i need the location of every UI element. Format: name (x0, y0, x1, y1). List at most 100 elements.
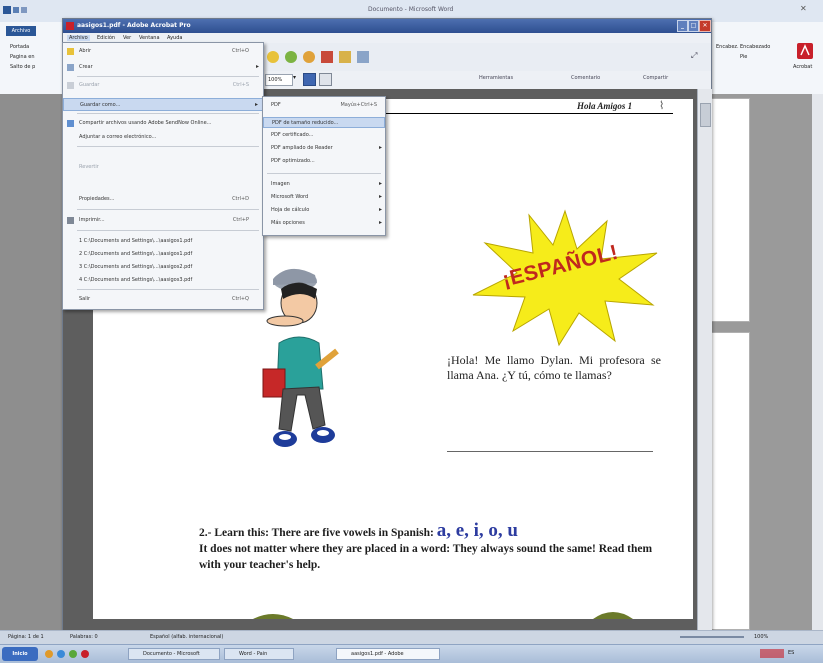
tray-icons[interactable] (760, 649, 784, 658)
scroll-thumb[interactable] (700, 103, 711, 127)
submenu-item-pdf-ampliado[interactable]: PDF ampliado de Reader ▸ (263, 143, 385, 154)
tray-language[interactable]: ES (788, 650, 794, 656)
menu-ventana[interactable]: Ventana (139, 35, 160, 41)
minimize-icon[interactable]: _ (677, 20, 688, 32)
zoom-slider[interactable] (680, 636, 744, 638)
bottom-decoration (253, 614, 293, 619)
taskbar-paint-button[interactable]: Word - Pain (224, 648, 294, 660)
submenu-item-pdf-reducido[interactable]: PDF de tamaño reducido... (263, 117, 385, 128)
word-right-pane (700, 94, 823, 630)
menu-item-label: Revertir (79, 164, 99, 170)
menu-item-label: 2 C:\Documents and Settings\...\aasigos1… (79, 251, 193, 257)
ribbon-item[interactable]: Encabez. (716, 44, 739, 50)
lesson-line1: 2.- Learn this: There are five vowels in… (199, 527, 434, 539)
zoom-dropdown-icon[interactable]: ▾ (293, 74, 296, 81)
submenu-arrow-icon: ▸ (255, 63, 259, 70)
menu-ver[interactable]: Ver (123, 35, 131, 41)
menu-item-label: Salir (79, 296, 91, 302)
menu-item-shortcut: Ctrl+P (232, 217, 249, 223)
status-words[interactable]: Palabras: 0 (70, 634, 98, 640)
tab-compartir[interactable]: Compartir (643, 75, 668, 81)
windows-taskbar: Inicio Documento - Microsoft Word - Pain… (0, 644, 823, 663)
vertical-scrollbar[interactable] (697, 89, 712, 631)
menu-item-label: Imprimir... (79, 217, 105, 223)
menu-item-propiedades[interactable]: Propiedades... Ctrl+D (63, 193, 263, 206)
acrobat-ribbon-icon[interactable] (796, 42, 814, 60)
recent-file-1[interactable]: 1 C:\Documents and Settings\...\aasigos1… (63, 235, 263, 248)
ribbon-item[interactable]: Pagina en (10, 54, 35, 60)
quick-access-toolbar[interactable] (2, 5, 30, 15)
close-icon[interactable]: ✕ (699, 20, 711, 32)
submenu-item-pdf[interactable]: PDF Mayús+Ctrl+S (263, 100, 385, 111)
menu-ayuda[interactable]: Ayuda (167, 35, 182, 41)
ribbon-header-group: Encabez. (716, 44, 739, 54)
answer-line (447, 451, 653, 452)
word-scrollbar[interactable] (812, 94, 823, 630)
submenu-arrow-icon: ▸ (378, 180, 382, 187)
submenu-item-pdf-certificado[interactable]: PDF certificado... (263, 130, 385, 141)
menu-item-shortcut: Ctrl+Q (231, 296, 249, 302)
menu-item-abrir[interactable]: Abrir Ctrl+O (63, 45, 263, 58)
menu-item-label: 3 C:\Documents and Settings\...\aasigos2… (79, 264, 193, 270)
status-zoom[interactable]: 100% (754, 634, 768, 640)
menu-item-guardar[interactable]: Guardar Ctrl+S (63, 79, 263, 92)
submenu-item-hoja-calculo[interactable]: Hoja de cálculo ▸ (263, 205, 385, 216)
menu-item-label: PDF de tamaño reducido... (272, 120, 339, 126)
vowels-text: a, e, i, o, u (436, 520, 518, 541)
menu-separator (77, 289, 259, 290)
ribbon-item[interactable]: Portada (10, 44, 35, 50)
expand-icon[interactable]: ⤢ (691, 51, 697, 61)
tab-comentario[interactable]: Comentario (571, 75, 600, 81)
save-icon[interactable] (303, 73, 316, 86)
menu-separator (77, 146, 259, 147)
ribbon-item[interactable]: Pie (740, 54, 770, 60)
menu-item-label: 1 C:\Documents and Settings\...\aasigos1… (79, 238, 193, 244)
menu-item-compartir[interactable]: Compartir archivos usando Adobe SendNow … (63, 117, 263, 130)
menu-item-label: Propiedades... (79, 196, 115, 202)
file-tab[interactable]: Archivo (6, 26, 36, 36)
submenu-item-pdf-optimizado[interactable]: PDF optimizado... (263, 156, 385, 167)
menu-item-shortcut: Ctrl+O (231, 48, 249, 54)
menu-separator (77, 76, 259, 77)
paperclip-icon: ⌇ (659, 99, 665, 112)
espanol-starburst (472, 209, 658, 347)
intro-text: ¡Hola! Me llamo Dylan. Mi profesora se l… (447, 353, 661, 382)
taskbar-acrobat-button[interactable]: aasigos1.pdf - Adobe (336, 648, 440, 660)
tab-herramientas[interactable]: Herramientas (479, 75, 513, 81)
menu-item-label: PDF optimizado... (271, 158, 315, 164)
quick-launch-icons[interactable] (44, 649, 104, 659)
ribbon-item[interactable]: Salto de p (10, 64, 35, 70)
menu-item-revertir[interactable]: Revertir (63, 161, 263, 174)
word-page-thumb (708, 332, 750, 630)
print-icon[interactable] (319, 73, 332, 86)
menu-separator (77, 113, 259, 114)
menu-item-salir[interactable]: Salir Ctrl+Q (63, 293, 263, 306)
submenu-item-word[interactable]: Microsoft Word ▸ (263, 192, 385, 203)
menu-item-imprimir[interactable]: Imprimir... Ctrl+P (63, 214, 263, 227)
recent-file-2[interactable]: 2 C:\Documents and Settings\...\aasigos1… (63, 248, 263, 261)
word-close-icon[interactable]: ✕ (800, 4, 807, 13)
submenu-item-imagen[interactable]: Imagen ▸ (263, 179, 385, 190)
maximize-icon[interactable]: □ (688, 20, 699, 32)
menu-separator (77, 230, 259, 231)
status-page[interactable]: Página: 1 de 1 (8, 634, 44, 640)
ribbon-acrobat-label: Acrobat (793, 64, 813, 70)
zoom-field[interactable]: 100% (265, 74, 293, 86)
submenu-item-mas-opciones[interactable]: Más opciones ▸ (263, 218, 385, 229)
taskbar-word-button[interactable]: Documento - Microsoft (128, 648, 220, 660)
recent-file-4[interactable]: 4 C:\Documents and Settings\...\aasigos3… (63, 274, 263, 287)
toolbar-icons[interactable] (265, 49, 375, 65)
lesson-line2: It does not matter where they are placed… (199, 543, 653, 571)
menu-edicion[interactable]: Edición (97, 35, 115, 41)
menu-item-crear[interactable]: Crear ▸ (63, 61, 263, 74)
word-status-bar: Página: 1 de 1 Palabras: 0 Español (alfa… (0, 630, 823, 645)
start-button[interactable]: Inicio (2, 647, 38, 661)
submenu-arrow-icon: ▸ (378, 206, 382, 213)
ribbon-item[interactable]: Encabezado (740, 44, 770, 50)
status-language[interactable]: Español (alfab. internacional) (150, 634, 223, 640)
menu-item-label: PDF certificado... (271, 132, 314, 138)
menu-item-adjuntar[interactable]: Adjuntar a correo electrónico... (63, 131, 263, 144)
menu-item-guardar-como[interactable]: Guardar como... ▸ (63, 98, 263, 111)
menu-archivo[interactable]: Archivo (67, 35, 90, 41)
recent-file-3[interactable]: 3 C:\Documents and Settings\...\aasigos2… (63, 261, 263, 274)
